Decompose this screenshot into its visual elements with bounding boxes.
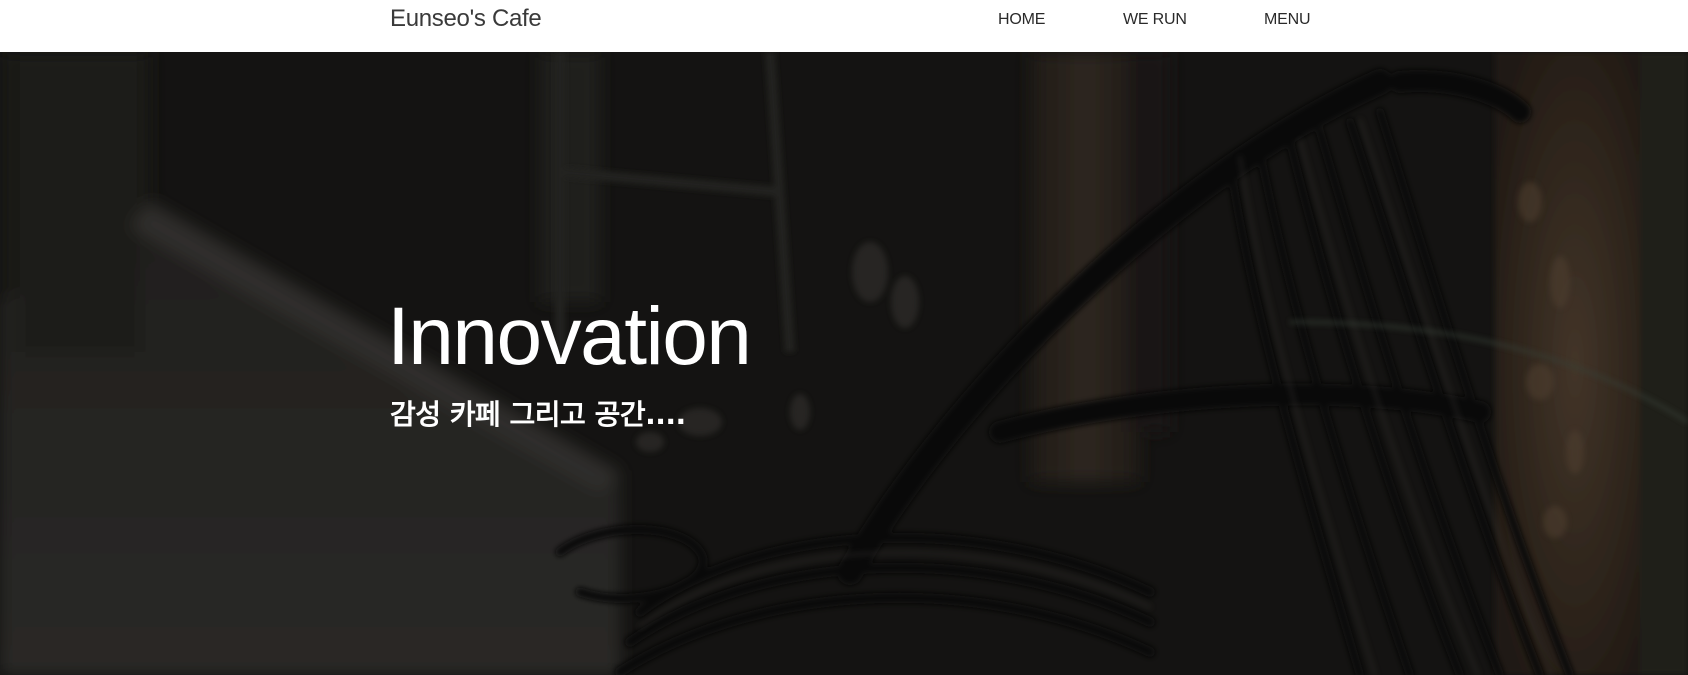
hero-section: Innovation 감성 카페 그리고 공간.... xyxy=(0,52,1688,675)
nav-link-we-run[interactable]: WE RUN xyxy=(1123,10,1187,30)
brand-logo-link[interactable]: Eunseo's Cafe xyxy=(390,5,542,33)
top-navbar: Eunseo's Cafe HOME WE RUN MENU xyxy=(0,0,1688,52)
nav-link-menu[interactable]: MENU xyxy=(1264,10,1311,30)
nav-link-home[interactable]: HOME xyxy=(998,10,1045,30)
hero-background-image xyxy=(0,52,1688,675)
hero-subtitle: 감성 카페 그리고 공간.... xyxy=(390,398,686,431)
hero-title: Innovation xyxy=(387,291,752,382)
